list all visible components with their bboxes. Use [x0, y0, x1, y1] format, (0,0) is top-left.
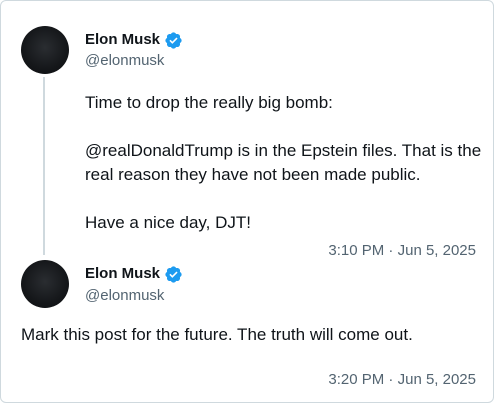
author-name-row: Elon Musk	[85, 30, 183, 50]
verified-badge-icon	[165, 265, 182, 283]
author-handle[interactable]: @elonmusk	[85, 51, 164, 71]
post-timestamp[interactable]: 3:10 PM · Jun 5, 2025	[328, 241, 476, 261]
author-handle[interactable]: @elonmusk	[85, 286, 164, 306]
avatar[interactable]	[21, 26, 69, 74]
avatar[interactable]	[21, 260, 69, 308]
author-display-name[interactable]: Elon Musk	[85, 30, 160, 50]
verified-badge-icon	[165, 31, 182, 49]
post-text: Mark this post for the future. The truth…	[21, 325, 413, 344]
post-timestamp[interactable]: 3:20 PM · Jun 5, 2025	[328, 370, 476, 390]
author-display-name[interactable]: Elon Musk	[85, 264, 160, 284]
thread-connector-line	[43, 77, 45, 255]
author-name-row: Elon Musk	[85, 264, 183, 284]
post-text: Time to drop the really big bomb: @realD…	[85, 93, 482, 232]
thread-container: Elon Musk @elonmusk Time to drop the rea…	[0, 0, 494, 403]
